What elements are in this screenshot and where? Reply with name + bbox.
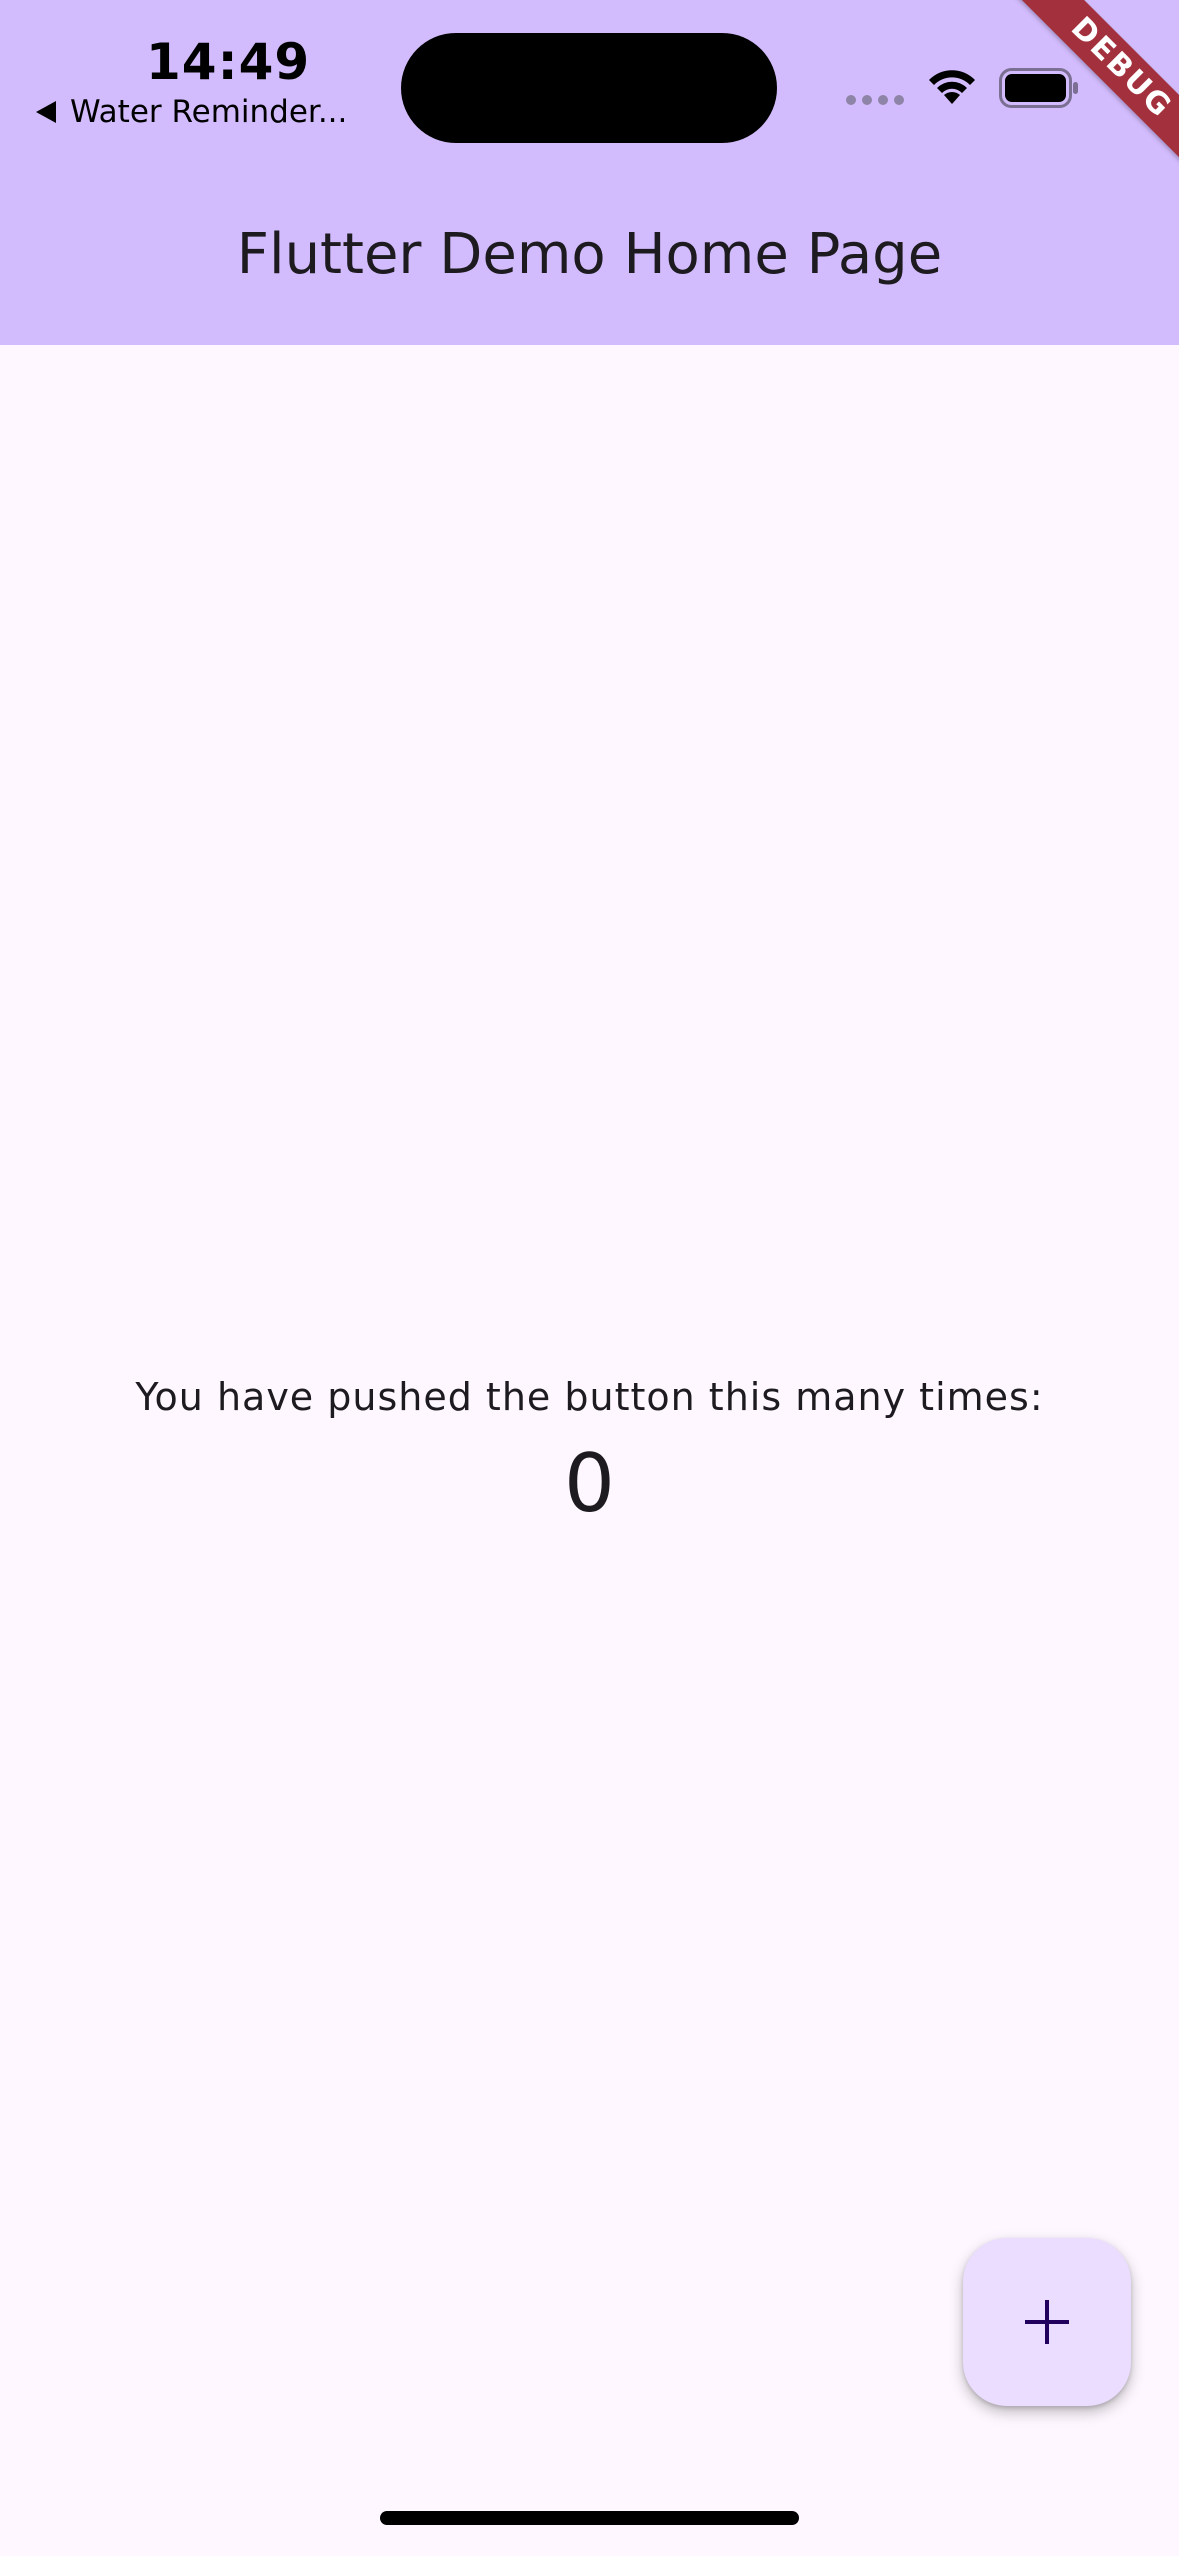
debug-banner: DEBUG <box>989 0 1179 190</box>
status-time: 14:49 <box>146 33 311 91</box>
app-screen: 14:49 Water Reminder... DEBUG Flutter De… <box>0 0 1179 2556</box>
counter-value: 0 <box>564 1437 615 1530</box>
wifi-icon <box>929 70 975 104</box>
page-title: Flutter Demo Home Page <box>236 222 943 287</box>
home-indicator[interactable] <box>380 2511 799 2525</box>
dynamic-island <box>401 33 777 143</box>
app-bar: 14:49 Water Reminder... DEBUG Flutter De… <box>0 0 1179 345</box>
back-app-label: Water Reminder... <box>70 94 348 130</box>
cellular-signal-icon <box>846 95 904 105</box>
add-icon <box>1025 2300 1069 2344</box>
counter-label: You have pushed the button this many tim… <box>135 1375 1044 1419</box>
back-triangle-icon <box>36 101 56 123</box>
increment-button[interactable] <box>963 2238 1131 2406</box>
back-to-app-link[interactable]: Water Reminder... <box>36 92 347 132</box>
debug-banner-label: DEBUG <box>999 0 1179 190</box>
